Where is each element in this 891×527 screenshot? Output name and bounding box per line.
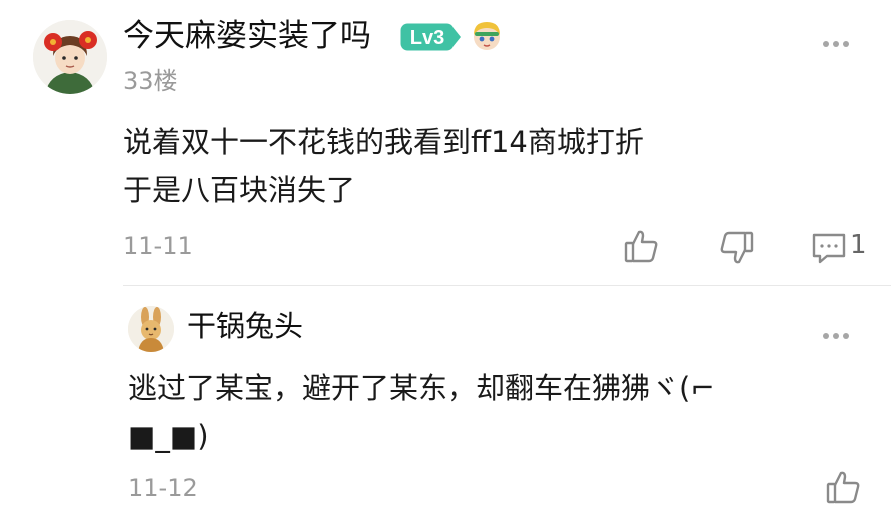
reply-line-1: 逃过了某宝，避开了某东，却翻车在狒狒ヾ(⌐ bbox=[128, 371, 715, 405]
level-badge: Lv3 bbox=[400, 23, 462, 51]
reply-count[interactable]: 1 bbox=[850, 229, 867, 261]
avatar-image bbox=[33, 20, 107, 94]
reply-more-options-icon[interactable] bbox=[822, 331, 852, 341]
replier-username[interactable]: 干锅兔头 bbox=[187, 304, 303, 348]
commenter-avatar[interactable] bbox=[33, 20, 107, 94]
thumbs-up-icon[interactable] bbox=[623, 228, 659, 264]
reply-date: 11-12 bbox=[128, 474, 198, 502]
comment-line-2: 于是八百块消失了 bbox=[123, 173, 356, 207]
reply-line-2: ■_■) bbox=[128, 419, 209, 453]
mascot-icon bbox=[469, 17, 505, 53]
reply-thumbs-up-icon[interactable] bbox=[825, 469, 861, 505]
commenter-username[interactable]: 今天麻婆实装了吗 bbox=[123, 14, 371, 58]
floor-number: 33楼 bbox=[123, 67, 178, 95]
replier-avatar[interactable] bbox=[128, 306, 174, 352]
thumbs-down-icon[interactable] bbox=[719, 230, 755, 266]
level-text: Lv3 bbox=[410, 27, 444, 49]
more-options-icon[interactable] bbox=[822, 39, 852, 49]
reply-body: 逃过了某宝，避开了某东，却翻车在狒狒ヾ(⌐ ■_■) bbox=[128, 364, 818, 460]
rabbit-avatar-image bbox=[128, 306, 174, 352]
comment-line-1: 说着双十一不花钱的我看到ff14商城打折 bbox=[123, 125, 644, 159]
comment-date: 11-11 bbox=[123, 232, 193, 260]
comment-body: 说着双十一不花钱的我看到ff14商城打折 于是八百块消失了 bbox=[123, 118, 813, 214]
reply-divider bbox=[123, 285, 891, 286]
comment-reply-icon[interactable] bbox=[811, 230, 847, 266]
